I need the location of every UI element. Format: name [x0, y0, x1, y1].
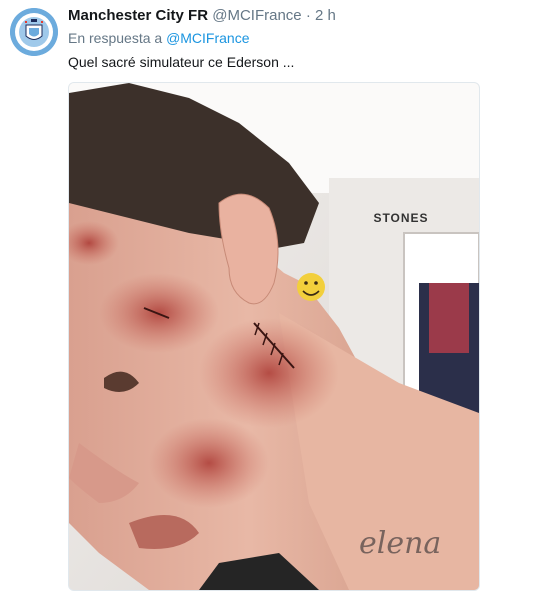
reply-prefix: En respuesta a [68, 30, 163, 46]
tweet-time[interactable]: 2 h [315, 7, 336, 24]
svg-text:elena: elena [359, 526, 441, 561]
reply-mention-link[interactable]: @MCIFrance [166, 30, 249, 46]
tweet-header: Manchester City FR @MCIFrance · 2 h [68, 6, 336, 26]
tweet[interactable]: Manchester City FR @MCIFrance · 2 h En r… [0, 0, 533, 600]
photo-icon: STONES elena [69, 83, 479, 590]
tweet-text: Quel sacré simulateur ce Ederson ... [68, 54, 295, 70]
manchester-city-crest-icon [10, 8, 58, 56]
reply-context: En respuesta a @MCIFrance [68, 28, 250, 48]
author-handle[interactable]: @MCIFrance [212, 7, 301, 24]
door-sign: STONES [373, 211, 428, 225]
tweet-photo[interactable]: STONES elena [68, 82, 480, 591]
avatar[interactable] [10, 8, 58, 56]
separator: · [305, 7, 311, 24]
author-name[interactable]: Manchester City FR [68, 7, 208, 24]
